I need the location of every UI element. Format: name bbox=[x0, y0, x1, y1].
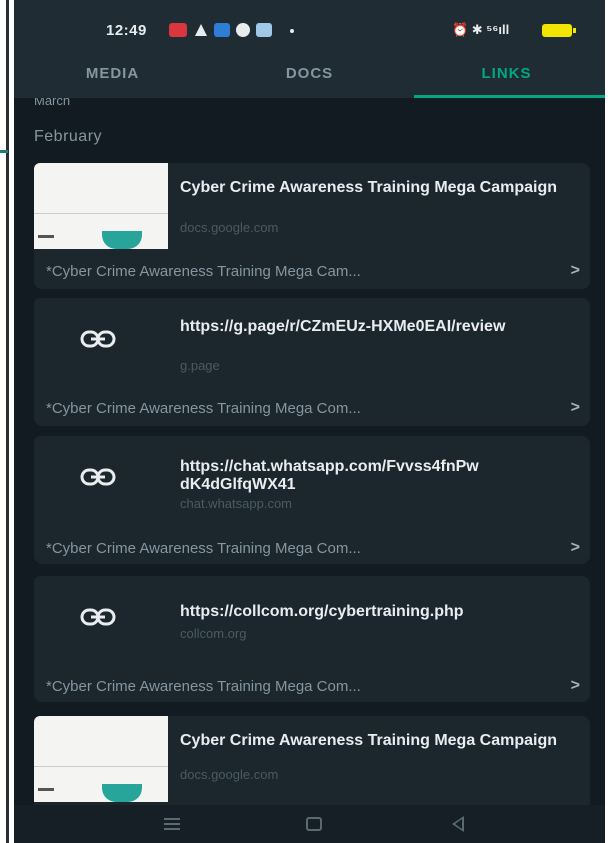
link-placeholder bbox=[34, 298, 168, 384]
link-title: https://chat.whatsapp.com/Fvvss4fnPwdK4d… bbox=[180, 458, 479, 493]
home-icon[interactable] bbox=[306, 817, 322, 831]
active-tab-indicator bbox=[414, 95, 605, 98]
month-header: February bbox=[34, 128, 103, 145]
system-navigation-bar bbox=[14, 805, 605, 843]
link-item[interactable]: https://g.page/r/CZmEUz-HXMe0EAI/review … bbox=[34, 298, 590, 426]
photo-frame-left bbox=[0, 0, 14, 843]
link-item[interactable]: https://collcom.org/cybertraining.php co… bbox=[34, 576, 590, 702]
link-item[interactable]: https://chat.whatsapp.com/Fvvss4fnPwdK4d… bbox=[34, 436, 590, 564]
media-tab-bar: MEDIA DOCS LINKS bbox=[14, 60, 605, 98]
message-notification-icon bbox=[256, 23, 272, 37]
link-domain: chat.whatsapp.com bbox=[180, 496, 293, 511]
tab-docs[interactable]: DOCS bbox=[211, 60, 408, 98]
status-bar: 12:49 ⏰ ✱ ⁵⁶ıll bbox=[14, 0, 605, 60]
warning-notification-icon bbox=[194, 23, 208, 37]
link-caption: *Cyber Crime Awareness Training Mega Cam… bbox=[46, 263, 361, 280]
link-caption: *Cyber Crime Awareness Training Mega Com… bbox=[46, 400, 361, 417]
link-thumbnail bbox=[34, 716, 168, 802]
link-domain: collcom.org bbox=[180, 626, 247, 641]
whatsapp-notification-icon bbox=[236, 23, 250, 37]
link-icon bbox=[80, 468, 116, 486]
status-time: 12:49 bbox=[106, 22, 147, 39]
link-placeholder bbox=[34, 436, 168, 522]
tab-media[interactable]: MEDIA bbox=[14, 60, 211, 98]
link-item[interactable]: Cyber Crime Awareness Training Mega Camp… bbox=[34, 716, 590, 805]
link-domain: docs.google.com bbox=[180, 220, 279, 235]
photo-frame-right bbox=[605, 0, 615, 843]
link-icon bbox=[80, 608, 116, 626]
chevron-right-icon[interactable]: > bbox=[571, 677, 580, 695]
app-notification-icon bbox=[214, 23, 230, 37]
link-placeholder bbox=[34, 576, 168, 662]
chevron-right-icon[interactable]: > bbox=[571, 399, 580, 417]
link-domain: g.page bbox=[180, 358, 220, 373]
status-right-indicators: ⏰ ✱ ⁵⁶ıll bbox=[452, 22, 510, 37]
link-item[interactable]: Cyber Crime Awareness Training Mega Camp… bbox=[34, 163, 590, 289]
link-caption: *Cyber Crime Awareness Training Mega Com… bbox=[46, 540, 361, 557]
chevron-right-icon[interactable]: > bbox=[571, 539, 580, 557]
link-domain: docs.google.com bbox=[180, 767, 279, 782]
link-thumbnail bbox=[34, 163, 168, 249]
battery-icon bbox=[542, 24, 576, 37]
link-caption: *Cyber Crime Awareness Training Mega Com… bbox=[46, 678, 361, 695]
link-icon bbox=[80, 330, 116, 348]
link-title: Cyber Crime Awareness Training Mega Camp… bbox=[180, 732, 558, 749]
link-title: Cyber Crime Awareness Training Mega Camp… bbox=[180, 179, 558, 196]
chevron-right-icon[interactable]: > bbox=[571, 262, 580, 280]
recent-apps-icon[interactable] bbox=[164, 818, 180, 833]
phone-screen: 12:49 ⏰ ✱ ⁵⁶ıll MEDIA DOCS LINKS March F… bbox=[14, 0, 605, 843]
link-title: https://g.page/r/CZmEUz-HXMe0EAI/review bbox=[180, 318, 506, 335]
youtube-notification-icon bbox=[169, 23, 187, 37]
link-title: https://collcom.org/cybertraining.php bbox=[180, 603, 464, 620]
more-notifications-dot-icon bbox=[290, 29, 294, 33]
tab-links[interactable]: LINKS bbox=[408, 60, 605, 98]
back-icon[interactable] bbox=[452, 816, 464, 832]
previous-month-header: March bbox=[34, 98, 71, 106]
